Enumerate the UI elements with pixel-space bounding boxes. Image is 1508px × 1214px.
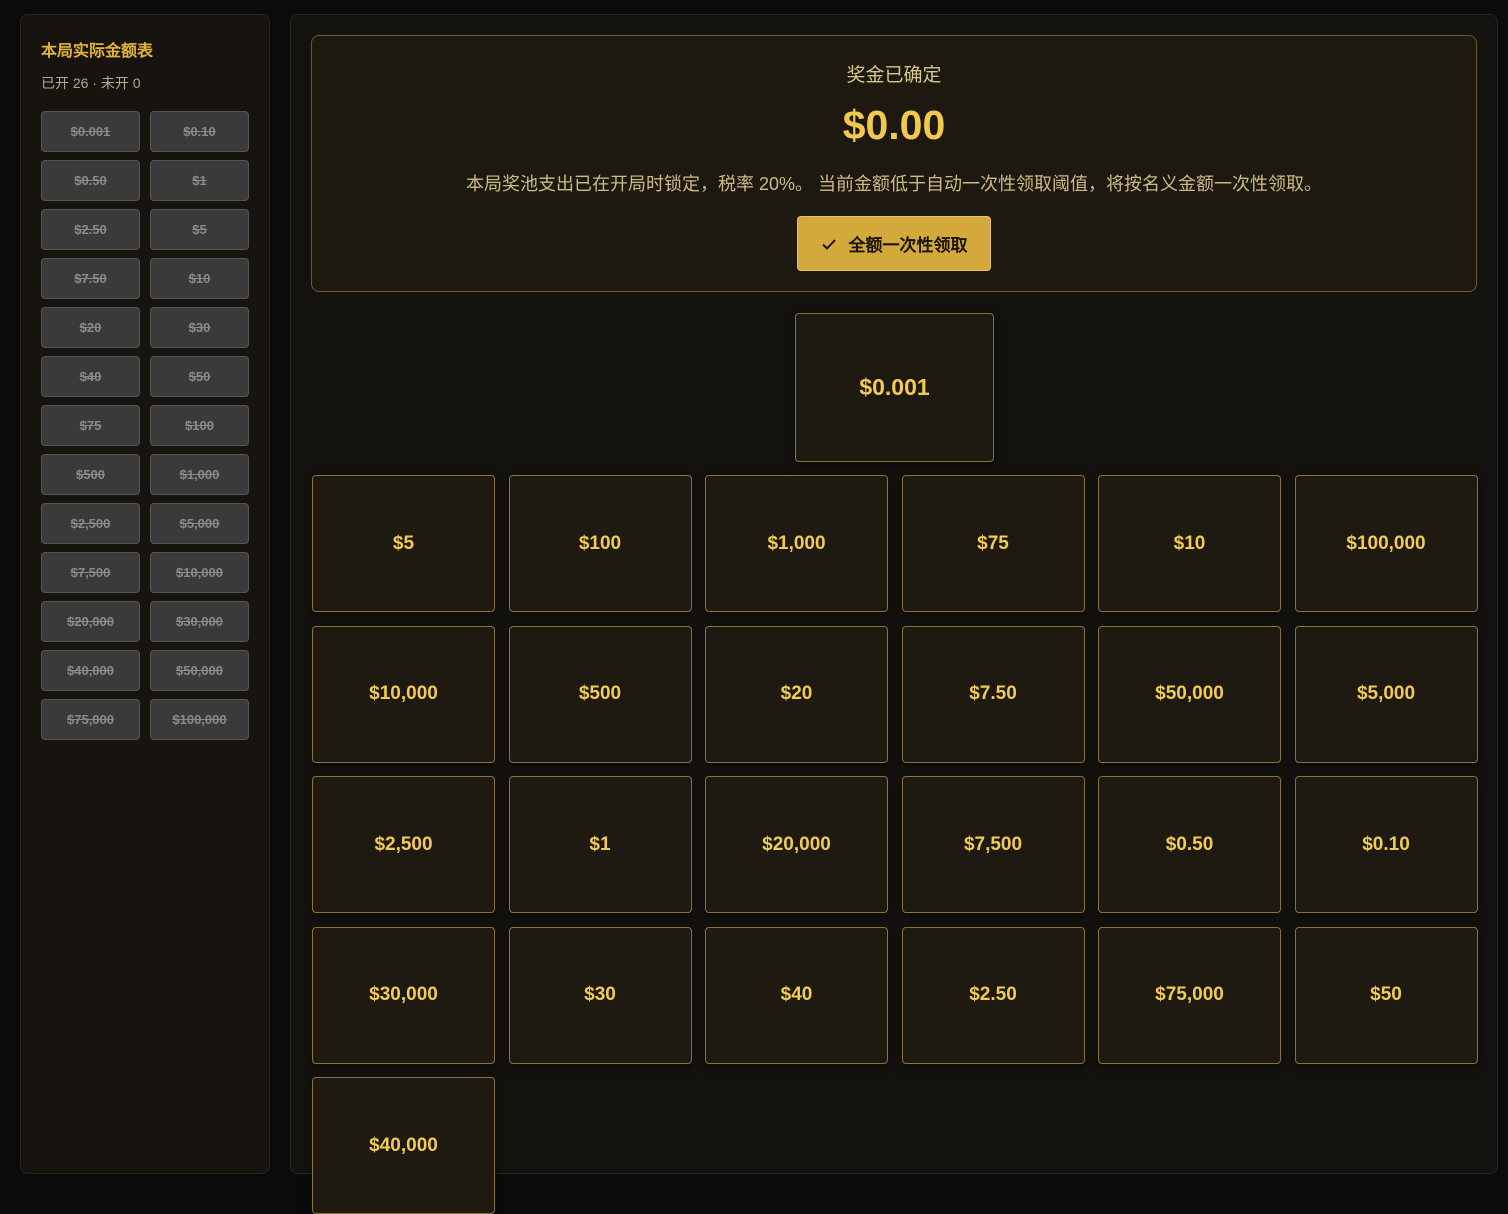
amount-cell: $2.50 (41, 209, 140, 250)
player-case[interactable]: $0.001 (795, 313, 994, 462)
opened-count: 已开 26 · 未开 0 (41, 75, 141, 91)
amount-cell: $50,000 (150, 650, 249, 691)
case-box[interactable]: $5 (312, 475, 495, 612)
amount-table-panel: 本局实际金额表 已开 26 · 未开 0 $0.001 $0.10 $0.50 $1 $… (20, 14, 270, 1174)
amount-cell: $50 (150, 356, 249, 397)
amount-cell: $2,500 (41, 503, 140, 544)
case-box[interactable]: $100,000 (1294, 475, 1478, 612)
amount-table: $0.001 $0.10 $0.50 $1 $2.50 $5 $7.50 $10 $20 $30 $… (41, 111, 249, 740)
case-box[interactable]: $0.10 (1294, 776, 1478, 913)
amount-cell: $100 (150, 405, 249, 446)
prize-amount: $0.00 (842, 102, 946, 148)
claim-label: 全额一次性领取 (848, 236, 968, 255)
case-box[interactable]: $500 (508, 625, 692, 763)
amount-cell: $10,000 (150, 552, 249, 593)
amount-cell: $40,000 (41, 650, 140, 691)
amount-cell: $20 (41, 307, 140, 348)
case-box[interactable]: $5,000 (1294, 625, 1478, 763)
prize-description: 本局奖池支出已在开局时锁定，税率 20%。 当前金额低于自动一次性领取阈值，将按… (465, 174, 1323, 194)
amount-cell: $20,000 (41, 601, 140, 642)
lump-sum-claim-button[interactable]: 全额一次性领取 (797, 216, 991, 271)
prize-heading: 奖金已确定 (846, 65, 942, 86)
amount-table-title: 本局实际金额表 (41, 43, 154, 60)
amount-cell: $7,500 (41, 552, 140, 593)
case-box[interactable]: $0.50 (1098, 776, 1281, 913)
amount-cell: $500 (41, 454, 140, 495)
case-box[interactable]: $20,000 (705, 776, 888, 913)
case-box[interactable]: $50,000 (1098, 625, 1281, 763)
amount-cell: $10 (150, 258, 249, 299)
amount-cell: $1 (150, 160, 249, 201)
case-box[interactable]: $75,000 (1098, 926, 1281, 1064)
prize-banner: 奖金已确定 $0.00 本局奖池支出已在开局时锁定，税率 20%。 当前金额低于… (311, 35, 1477, 292)
amount-cell: $75,000 (41, 699, 140, 740)
check-icon (821, 236, 837, 252)
case-box[interactable]: $2.50 (901, 926, 1085, 1064)
amount-cell: $30 (150, 307, 249, 348)
amount-cell: $100,000 (150, 699, 249, 740)
amount-cell: $0.001 (41, 111, 140, 152)
case-box[interactable]: $1 (508, 776, 692, 913)
amount-cell: $0.10 (150, 111, 249, 152)
case-box[interactable]: $7,500 (901, 776, 1085, 913)
case-box[interactable]: $7.50 (901, 625, 1085, 763)
amount-cell: $1,000 (150, 454, 249, 495)
case-box[interactable]: $1,000 (705, 475, 888, 612)
case-box[interactable]: $40 (705, 926, 888, 1064)
amount-cell: $7.50 (41, 258, 140, 299)
amount-cell: $0.50 (41, 160, 140, 201)
case-box[interactable]: $10,000 (312, 625, 495, 763)
case-box[interactable]: $50 (1294, 926, 1478, 1064)
amount-cell: $40 (41, 356, 140, 397)
case-box[interactable]: $100 (508, 475, 692, 612)
amount-cell: $75 (41, 405, 140, 446)
case-box[interactable]: $20 (705, 625, 888, 763)
case-box[interactable]: $2,500 (312, 776, 495, 913)
amount-cell: $30,000 (150, 601, 249, 642)
amount-cell: $5,000 (150, 503, 249, 544)
amount-cell: $5 (150, 209, 249, 250)
case-box[interactable]: $40,000 (312, 1077, 495, 1214)
game-board: 奖金已确定 $0.00 本局奖池支出已在开局时锁定，税率 20%。 当前金额低于… (290, 14, 1498, 1214)
case-box[interactable]: $75 (901, 475, 1085, 612)
case-box[interactable]: $30,000 (312, 926, 495, 1064)
case-box[interactable]: $30 (508, 926, 692, 1064)
case-box[interactable]: $10 (1098, 475, 1281, 612)
